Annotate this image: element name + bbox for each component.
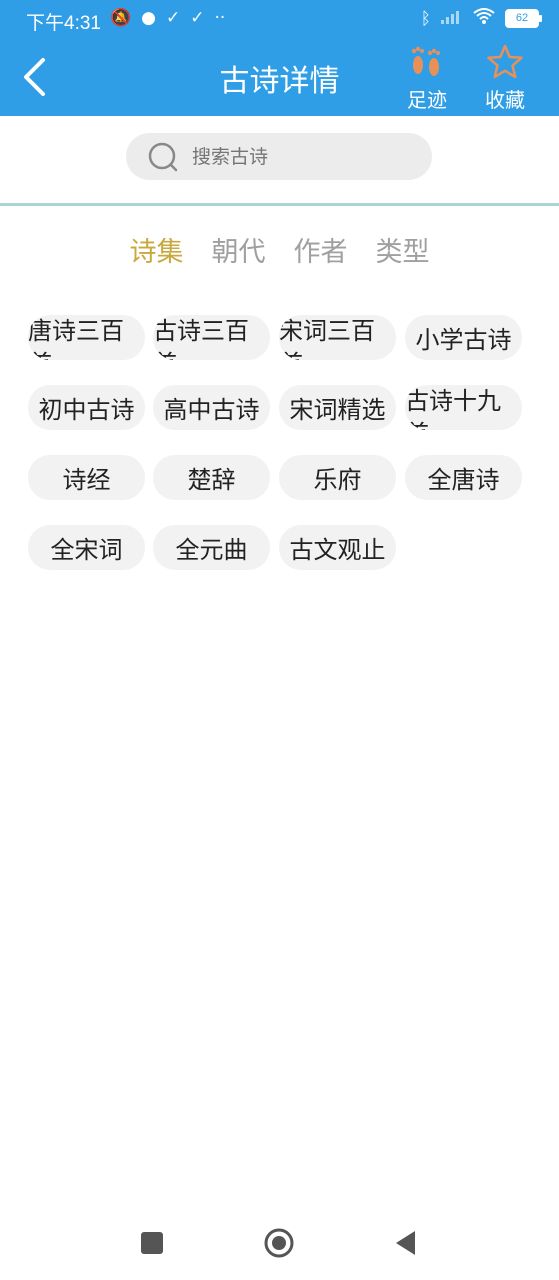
star-icon	[487, 44, 523, 79]
footprint-button[interactable]: 足迹	[397, 42, 457, 116]
collection-chip[interactable]: 古诗十九首	[405, 385, 522, 430]
collection-chip[interactable]: 高中古诗	[153, 385, 270, 430]
collection-chip[interactable]: 宋词三百首	[279, 315, 396, 360]
check-icon: ✓	[190, 8, 205, 28]
collection-chip[interactable]: 全元曲	[153, 525, 270, 570]
collection-chip[interactable]: 诗经	[28, 455, 145, 500]
favorite-label: 收藏	[485, 88, 525, 112]
search-input[interactable]	[190, 144, 414, 169]
tab-author[interactable]: 作者	[294, 230, 348, 269]
status-notifications: 🔕 ● ✓ ✓ ··	[110, 8, 225, 28]
tab-collection[interactable]: 诗集	[130, 230, 184, 269]
title-bar: 古诗详情 足迹 收藏	[0, 42, 559, 116]
collection-chip[interactable]: 唐诗三百首	[28, 315, 145, 360]
tab-dynasty[interactable]: 朝代	[212, 230, 266, 269]
status-bar: 下午4:31 🔕 ● ✓ ✓ ·· ᛒ 62	[0, 0, 559, 42]
collection-chip[interactable]: 宋词精选	[279, 385, 396, 430]
favorite-button[interactable]: 收藏	[475, 42, 535, 116]
divider	[0, 203, 559, 206]
chat-icon: ●	[141, 8, 157, 28]
battery-icon: 62	[505, 9, 542, 28]
tab-type[interactable]: 类型	[376, 230, 430, 269]
status-system: ᛒ 62	[420, 8, 542, 29]
collection-chip[interactable]: 古诗三百首	[153, 315, 270, 360]
collection-chip[interactable]: 全宋词	[28, 525, 145, 570]
recent-apps-button[interactable]	[136, 1227, 168, 1259]
more-dots-icon: ··	[214, 8, 226, 28]
mute-icon: 🔕	[110, 8, 132, 28]
bluetooth-icon: ᛒ	[420, 8, 431, 29]
search-icon	[148, 142, 178, 171]
collection-chip[interactable]: 初中古诗	[28, 385, 145, 430]
search-box[interactable]	[126, 133, 432, 180]
check-icon: ✓	[166, 8, 181, 28]
collection-chip[interactable]: 古文观止	[279, 525, 396, 570]
home-button[interactable]	[263, 1227, 295, 1259]
search-area	[0, 116, 559, 204]
back-nav-button[interactable]	[390, 1227, 422, 1259]
collection-chip[interactable]: 楚辞	[153, 455, 270, 500]
footprint-label: 足迹	[407, 88, 447, 112]
footprint-icon	[411, 46, 440, 76]
signal-icon	[441, 8, 463, 29]
category-tabs: 诗集 朝代 作者 类型	[0, 230, 559, 269]
collection-chip[interactable]: 乐府	[279, 455, 396, 500]
collection-chip[interactable]: 小学古诗	[405, 315, 522, 360]
collection-chip[interactable]: 全唐诗	[405, 455, 522, 500]
wifi-icon	[473, 8, 495, 29]
status-time: 下午4:31	[26, 13, 101, 34]
system-nav-bar	[0, 1205, 559, 1280]
